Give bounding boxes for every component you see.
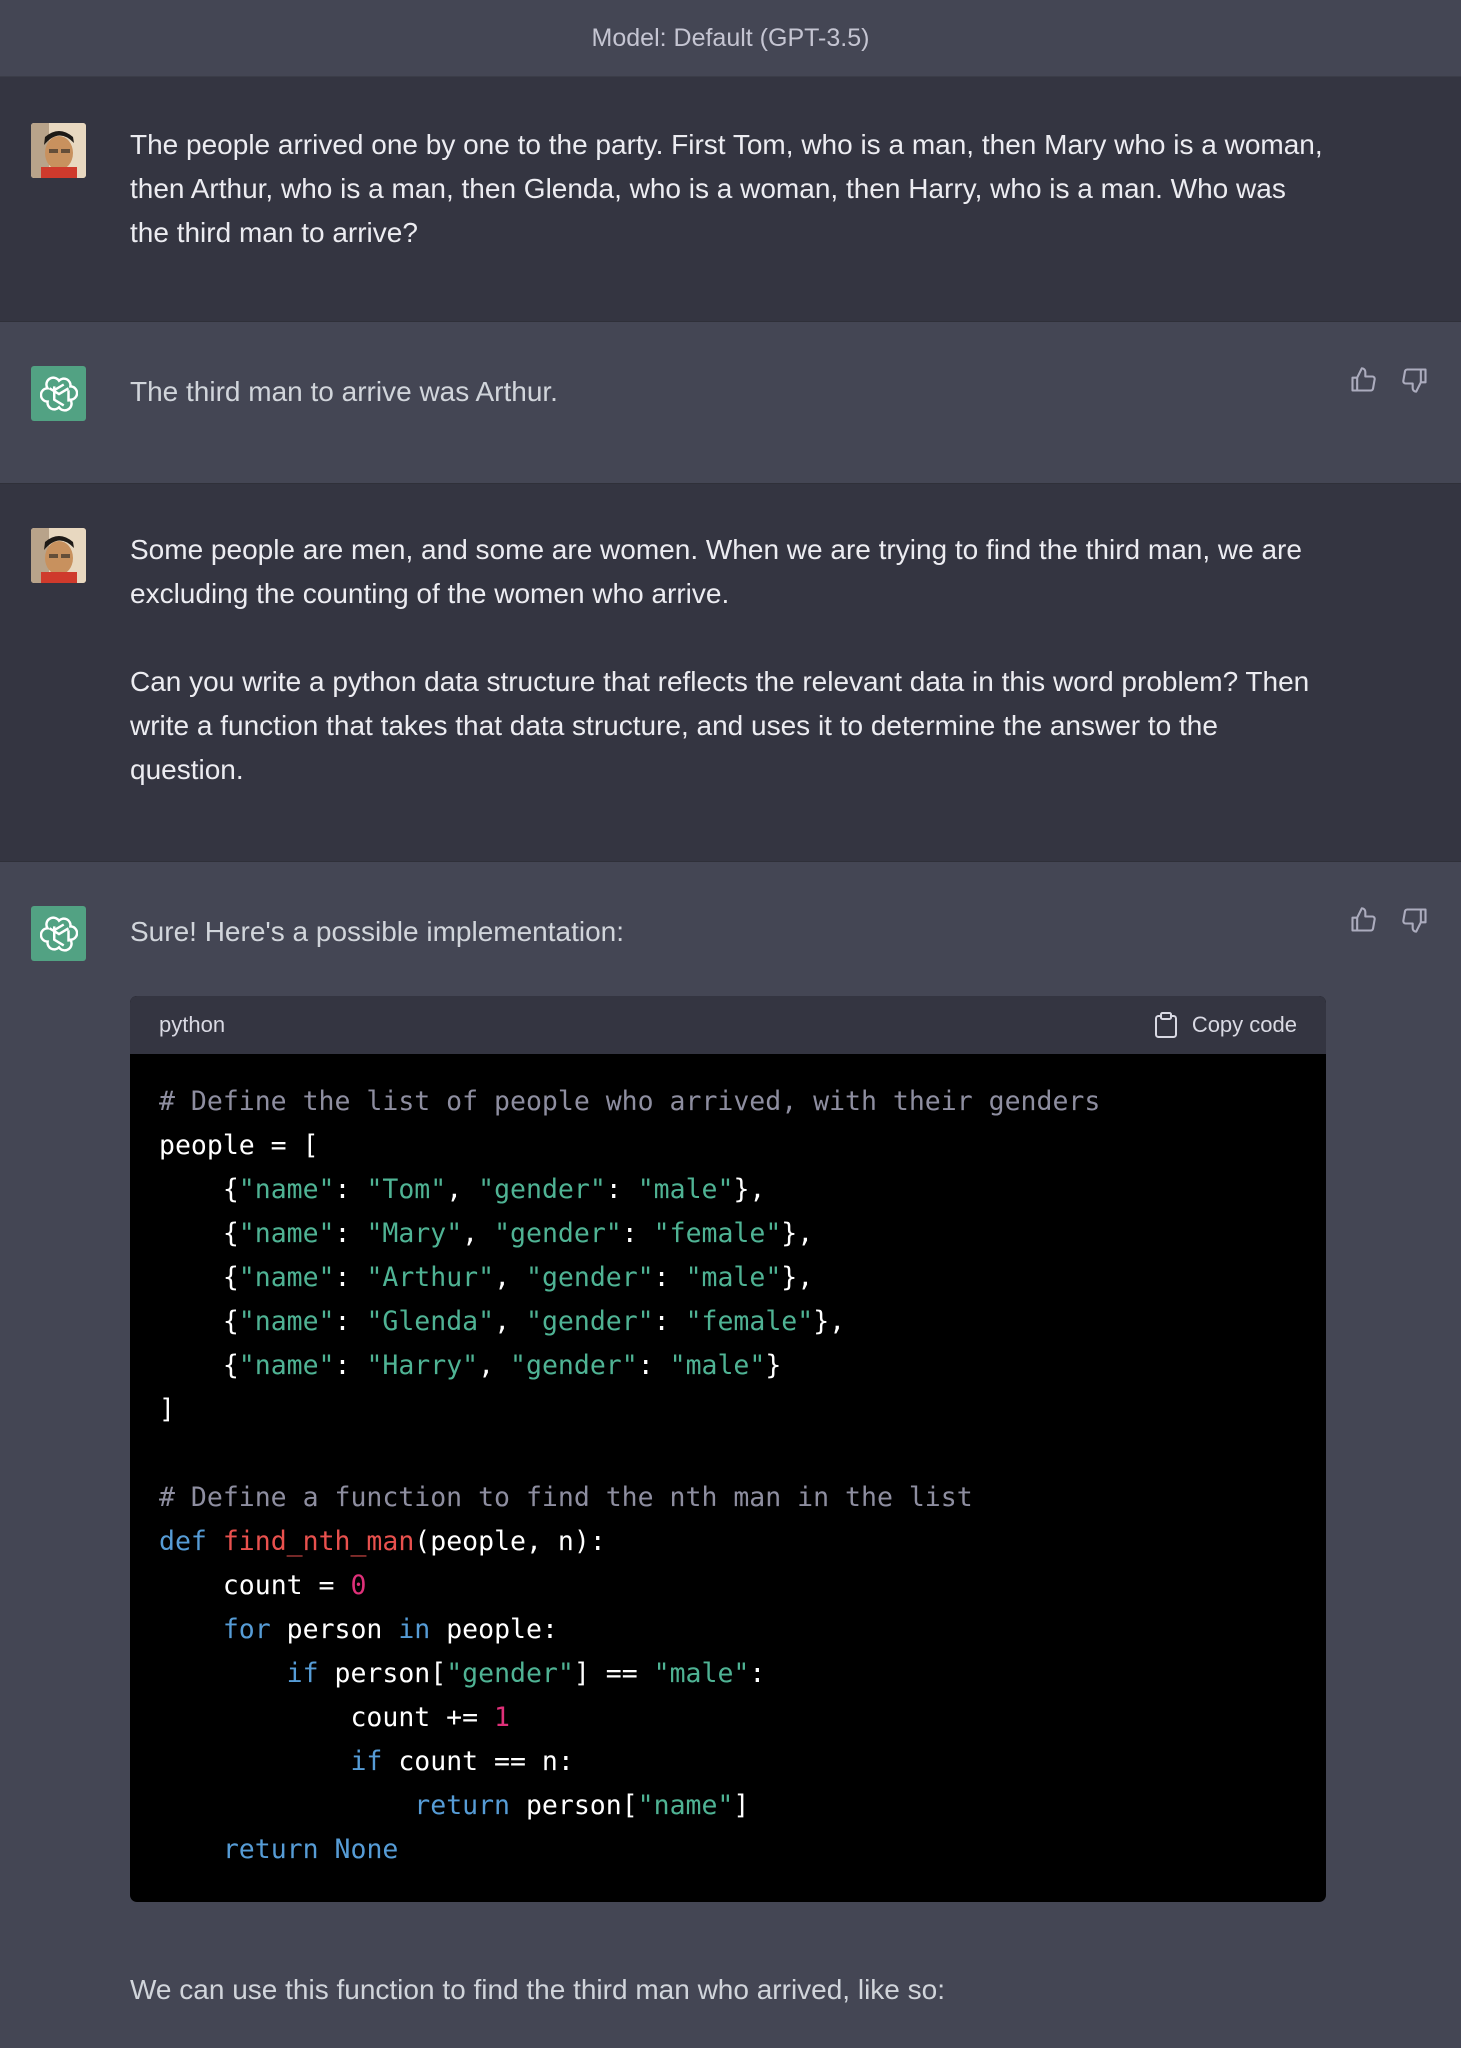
assistant-message: Sure! Here's a possible implementation: … [0,862,1461,2048]
copy-code-label: Copy code [1191,1012,1297,1037]
assistant-message: The third man to arrive was Arthur. [0,322,1461,484]
message-outro: We can use this function to find the thi… [130,1974,946,2005]
thumbs-down-icon[interactable] [1401,906,1429,934]
copy-code-button[interactable]: Copy code [1154,1003,1297,1047]
user-avatar [31,528,86,583]
user-message: Some people are men, and some are women.… [0,484,1461,862]
user-avatar [31,123,86,178]
thumbs-up-icon[interactable] [1349,906,1377,934]
code-block: python Copy code # Define the list of pe… [130,996,1326,1902]
user-photo-icon [31,123,86,178]
thumbs-up-icon[interactable] [1349,366,1377,394]
model-header: Model: Default (GPT-3.5) [0,0,1461,77]
assistant-avatar [31,906,86,961]
feedback-buttons [1349,906,1429,934]
message-intro: Sure! Here's a possible implementation: [130,916,625,947]
code-content: # Define the list of people who arrived,… [159,1086,1101,1865]
feedback-buttons [1349,366,1429,394]
message-text: The third man to arrive was Arthur. [130,376,558,407]
thumbs-down-icon[interactable] [1401,366,1429,394]
user-message: The people arrived one by one to the par… [0,77,1461,322]
message-body: Sure! Here's a possible implementation: … [130,906,1326,2048]
openai-logo-icon [39,915,78,952]
assistant-avatar [31,366,86,421]
message-text: Some people are men, and some are women.… [130,534,1310,785]
user-photo-icon [31,528,86,583]
openai-logo-icon [39,375,78,412]
model-label: Model: Default (GPT-3.5) [591,23,870,52]
message-text: The people arrived one by one to the par… [130,129,1323,248]
code-header: python Copy code [130,996,1326,1054]
clipboard-icon [1154,1012,1177,1038]
code-language: python [159,1012,226,1037]
